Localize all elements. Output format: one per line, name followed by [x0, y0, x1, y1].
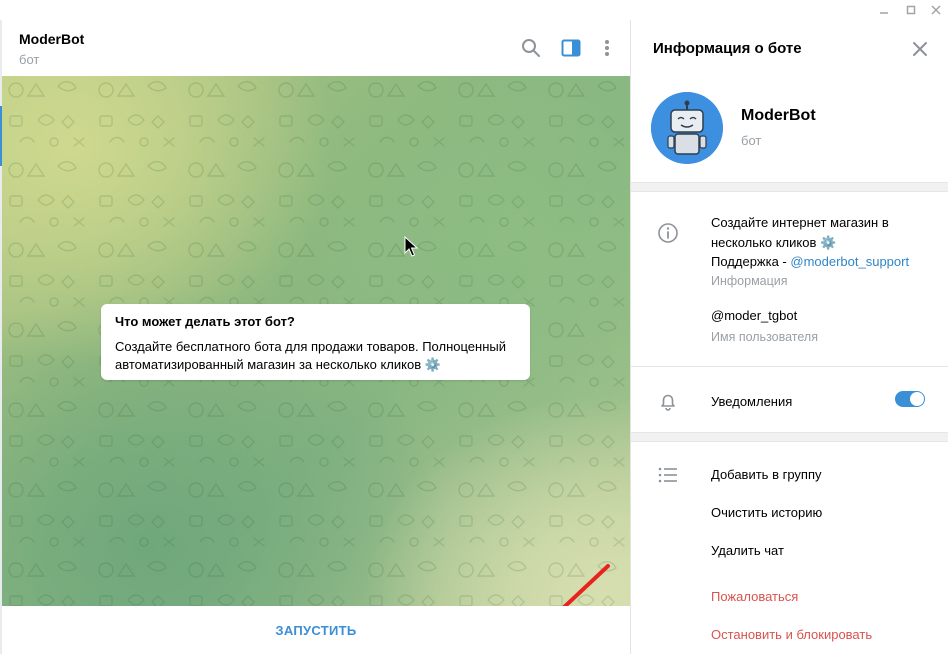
delete-chat-button[interactable]: Удалить чат — [711, 543, 784, 558]
stop-and-block-button[interactable]: Остановить и блокировать — [711, 627, 872, 642]
window-title-bar — [0, 0, 948, 20]
about-label: Информация — [711, 274, 788, 288]
minimize-icon[interactable] — [870, 0, 898, 20]
bot-card-title: Что может делать этот бот? — [115, 314, 295, 329]
panel-title: Информация о боте — [653, 40, 802, 57]
maximize-icon[interactable] — [897, 0, 925, 20]
more-vert-icon[interactable] — [596, 37, 618, 59]
notifications-label: Уведомления — [711, 394, 793, 409]
report-button[interactable]: Пожаловаться — [711, 589, 798, 604]
sidebar-toggle-icon[interactable] — [560, 37, 582, 59]
toggle-knob — [910, 392, 924, 406]
chat-subtitle: бот — [19, 52, 40, 67]
start-bar: ЗАПУСТИТЬ — [2, 606, 630, 654]
clear-history-button[interactable]: Очистить историю — [711, 505, 822, 520]
bot-info-panel: Информация о боте ModerBot бот Создайте … — [630, 20, 948, 654]
bot-card-text: Создайте бесплатного бота для продажи то… — [115, 339, 506, 372]
notifications-toggle[interactable] — [895, 391, 925, 407]
list-icon — [658, 467, 677, 483]
profile-subtitle: бот — [741, 133, 762, 148]
chat-wallpaper: Что может делать этот бот? Создайте бесп… — [2, 76, 630, 606]
bot-description-card: Что может делать этот бот? Создайте бесп… — [101, 304, 530, 380]
mouse-cursor-icon — [404, 236, 418, 257]
close-icon[interactable] — [909, 38, 931, 60]
section-divider — [631, 182, 948, 192]
username[interactable]: @moder_tgbot — [711, 308, 797, 323]
support-prefix: Поддержка - — [711, 254, 791, 269]
bell-icon — [661, 394, 675, 411]
about-text: Создайте интернет магазин в несколько кл… — [711, 213, 941, 272]
info-icon — [658, 223, 678, 243]
chat-header: ModerBot бот — [2, 20, 630, 77]
start-button[interactable]: ЗАПУСТИТЬ — [275, 623, 356, 638]
profile-name: ModerBot — [741, 107, 816, 124]
red-arrow-annotation — [562, 564, 610, 606]
chat-title[interactable]: ModerBot — [19, 31, 84, 47]
username-label: Имя пользователя — [711, 330, 818, 344]
window-close-icon[interactable] — [922, 0, 948, 20]
about-line: Создайте интернет магазин в несколько кл… — [711, 215, 889, 250]
support-link[interactable]: @moderbot_support — [790, 254, 909, 269]
section-divider — [631, 432, 948, 442]
add-to-group-button[interactable]: Добавить в группу — [711, 467, 822, 482]
search-icon[interactable] — [520, 37, 542, 59]
avatar[interactable] — [651, 92, 723, 164]
thin-divider — [631, 366, 948, 367]
robot-avatar-icon — [651, 92, 723, 164]
